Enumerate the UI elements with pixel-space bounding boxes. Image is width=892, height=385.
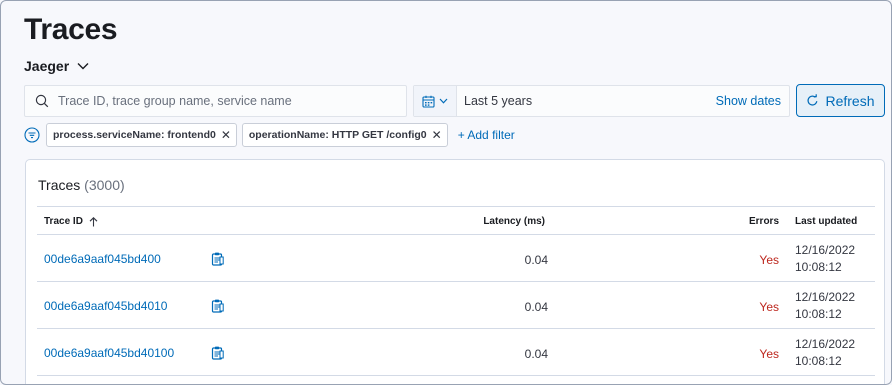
copy-clipboard-icon[interactable] <box>211 346 224 360</box>
filter-pill[interactable]: process.serviceName: frontend0 ✕ <box>46 123 237 147</box>
last-updated-time: 10:08:12 <box>795 260 842 274</box>
filter-pill-label: operationName: HTTP GET /config0 <box>248 129 427 141</box>
close-icon[interactable]: ✕ <box>221 128 231 142</box>
trace-count: (3000) <box>84 177 125 193</box>
date-picker: Last 5 years Show dates <box>413 85 790 117</box>
chevron-down-icon <box>77 63 89 70</box>
refresh-label: Refresh <box>825 92 875 109</box>
last-updated-date: 12/16/2022 <box>795 290 856 304</box>
date-range-label: Last 5 years <box>464 94 533 108</box>
column-header-trace-id[interactable]: Trace ID <box>44 216 98 227</box>
errors-value: Yes <box>759 253 779 267</box>
filter-bar: process.serviceName: frontend0 ✕ operati… <box>24 123 515 147</box>
panel-title: Traces (3000) <box>38 177 125 193</box>
trace-id-link[interactable]: 00de6a9aaf045bd40100 <box>44 346 174 360</box>
column-header-latency[interactable]: Latency (ms) <box>483 216 545 227</box>
datasource-label: Jaeger <box>24 58 70 74</box>
last-updated-date: 12/16/2022 <box>795 337 856 351</box>
table-row: 00de6a9aaf045bd40100 0.04 Yes 12/16/2022… <box>37 329 875 376</box>
table-row: 00de6a9aaf045bd4010 0.04 Yes 12/16/2022 … <box>37 282 875 329</box>
last-updated-value: 12/16/2022 10:08:12 <box>795 289 855 323</box>
last-updated-value: 12/16/2022 10:08:12 <box>795 336 855 370</box>
quick-select-button[interactable] <box>414 86 457 116</box>
table-row: 00de6a9aaf045bd400 0.04 Yes 12/16/2022 1… <box>37 235 875 282</box>
filter-icon[interactable] <box>24 127 40 143</box>
filter-pill-label: process.serviceName: frontend0 <box>53 129 216 141</box>
trace-id-link[interactable]: 00de6a9aaf045bd400 <box>44 252 161 266</box>
column-header-label: Trace ID <box>44 216 83 227</box>
traces-panel: Traces (3000) Trace ID Latency (ms) Erro… <box>25 159 885 384</box>
latency-value: 0.04 <box>524 300 548 314</box>
datasource-selector[interactable]: Jaeger <box>24 58 89 74</box>
page-title: Traces <box>24 13 118 46</box>
app-frame: Traces Jaeger Trace ID, trace group name… <box>0 0 892 385</box>
sort-up-icon <box>89 216 98 226</box>
column-header-errors[interactable]: Errors <box>749 216 779 227</box>
chevron-down-icon <box>439 98 448 104</box>
latency-value: 0.04 <box>524 347 548 361</box>
show-dates-link[interactable]: Show dates <box>716 94 781 108</box>
add-filter-button[interactable]: + Add filter <box>458 128 515 142</box>
last-updated-value: 12/16/2022 10:08:12 <box>795 242 855 276</box>
copy-clipboard-icon[interactable] <box>211 252 224 266</box>
traces-table: Trace ID Latency (ms) Errors Last update… <box>37 206 875 376</box>
latency-value: 0.04 <box>524 253 548 267</box>
refresh-icon <box>807 94 818 106</box>
refresh-button[interactable]: Refresh <box>796 84 885 117</box>
errors-value: Yes <box>759 300 779 314</box>
calendar-icon <box>422 95 435 108</box>
search-input[interactable] <box>58 94 388 108</box>
search-field[interactable] <box>24 85 407 117</box>
table-header: Trace ID Latency (ms) Errors Last update… <box>37 206 875 235</box>
last-updated-time: 10:08:12 <box>795 354 842 368</box>
filter-pill[interactable]: operationName: HTTP GET /config0 ✕ <box>241 123 448 147</box>
trace-id-link[interactable]: 00de6a9aaf045bd4010 <box>44 299 167 313</box>
search-icon <box>35 94 49 108</box>
close-icon[interactable]: ✕ <box>432 128 442 142</box>
column-header-last-updated[interactable]: Last updated <box>795 216 857 227</box>
panel-title-label: Traces <box>38 177 81 193</box>
errors-value: Yes <box>759 347 779 361</box>
last-updated-date: 12/16/2022 <box>795 243 856 257</box>
copy-clipboard-icon[interactable] <box>211 299 224 313</box>
last-updated-time: 10:08:12 <box>795 307 842 321</box>
